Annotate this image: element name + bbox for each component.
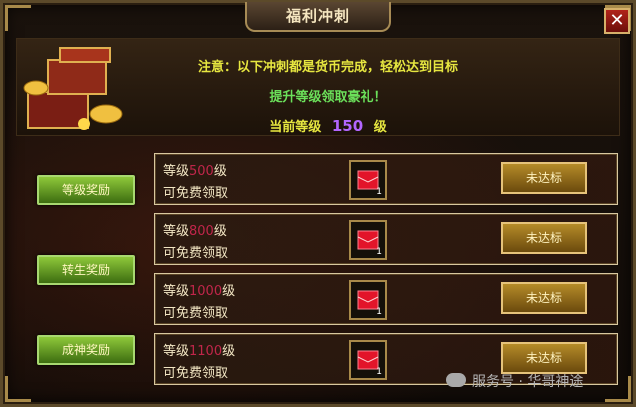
tab-level-reward[interactable]: 等级奖励 xyxy=(37,175,135,205)
row-level-text: 等级800级 xyxy=(163,224,227,239)
reward-item-slot[interactable]: 1 xyxy=(349,340,387,380)
reward-item-slot[interactable]: 1 xyxy=(349,280,387,320)
tab-godhood-reward[interactable]: 成神奖励 xyxy=(37,335,135,365)
reward-row: 等级800级 可免费领取 1 未达标 xyxy=(154,213,618,265)
frame-corner-tl xyxy=(5,5,31,31)
reward-row: 等级1000级 可免费领取 1 未达标 xyxy=(154,273,618,325)
row-free-claim-text: 可免费领取 xyxy=(163,186,229,201)
watermark-text: 服务号 · 华哥神途 xyxy=(472,374,584,390)
claim-status-button[interactable]: 未达标 xyxy=(501,342,587,374)
row-free-claim-text: 可免费领取 xyxy=(163,246,229,261)
current-level-label: 当前等级 xyxy=(269,120,322,135)
claim-status-button[interactable]: 未达标 xyxy=(501,222,587,254)
notice-text: 注意：以下冲刺都是货币完成，轻松达到目标 xyxy=(197,60,458,75)
item-count: 1 xyxy=(376,187,382,197)
current-level-unit: 级 xyxy=(373,120,387,135)
reward-item-slot[interactable]: 1 xyxy=(349,160,387,200)
row-level-text: 等级1100级 xyxy=(163,344,236,359)
reward-item-slot[interactable]: 1 xyxy=(349,220,387,260)
current-level: 当前等级 150 级 xyxy=(0,116,636,135)
tab-rebirth-reward[interactable]: 转生奖励 xyxy=(37,255,135,285)
row-level-text: 等级500级 xyxy=(163,164,227,179)
watermark: 服务号 · 华哥神途 xyxy=(446,371,583,391)
row-level-text: 等级1000级 xyxy=(163,284,236,299)
claim-status-button[interactable]: 未达标 xyxy=(501,162,587,194)
close-button[interactable]: ✕ xyxy=(604,8,630,34)
item-count: 1 xyxy=(376,367,382,377)
reward-row: 等级500级 可免费领取 1 未达标 xyxy=(154,153,618,205)
item-count: 1 xyxy=(376,307,382,317)
claim-status-button[interactable]: 未达标 xyxy=(501,282,587,314)
row-free-claim-text: 可免费领取 xyxy=(163,366,229,381)
notice-reward-text: 提升等级领取豪礼！ xyxy=(269,90,387,105)
wechat-icon xyxy=(446,373,466,387)
current-level-value: 150 xyxy=(331,117,364,135)
close-icon: ✕ xyxy=(609,10,625,31)
frame-corner-bl xyxy=(5,376,31,402)
window-title: 福利冲刺 xyxy=(245,2,391,32)
row-free-claim-text: 可免费领取 xyxy=(163,306,229,321)
item-count: 1 xyxy=(376,247,382,257)
